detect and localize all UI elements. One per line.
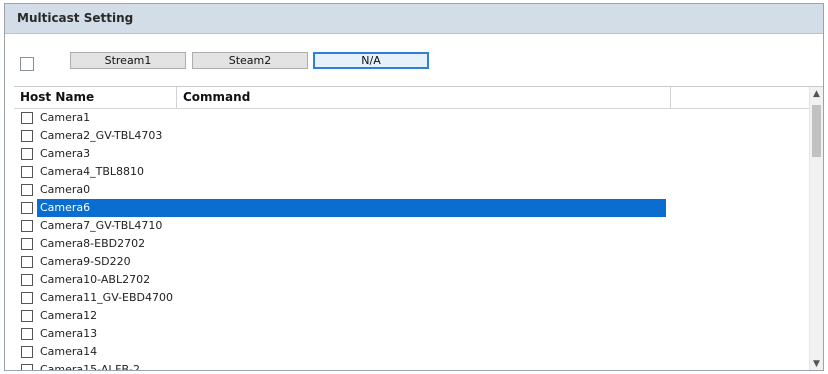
list-item[interactable]: Camera3 (14, 145, 814, 163)
list-rows: Camera1 Camera2_GV-TBL4703 Camera3 Camera4_… (14, 109, 814, 370)
na-button[interactable]: N/A (313, 52, 429, 69)
list-item[interactable]: Camera15-AI FB-2 (14, 361, 814, 370)
list-item[interactable]: Camera1 (14, 109, 814, 127)
list-item[interactable]: Camera13 (14, 325, 814, 343)
host-name-cell[interactable]: Camera1 (37, 109, 93, 127)
host-name-cell[interactable]: Camera15-AI FB-2 (37, 361, 143, 370)
list-item[interactable]: Camera11_GV-EBD4700 (14, 289, 814, 307)
list-item[interactable]: Camera7_GV-TBL4710 (14, 217, 814, 235)
row-checkbox[interactable] (21, 148, 33, 160)
host-name-cell[interactable]: Camera10-ABL2702 (37, 271, 153, 289)
host-name-cell[interactable]: Camera13 (37, 325, 100, 343)
select-all-checkbox[interactable] (20, 57, 34, 71)
row-checkbox[interactable] (21, 166, 33, 178)
row-checkbox[interactable] (21, 256, 33, 268)
host-name-cell[interactable]: Camera0 (37, 181, 93, 199)
toolbar: Stream1 Steam2 N/A (5, 34, 823, 84)
scrollbar-thumb[interactable] (812, 105, 821, 157)
row-checkbox[interactable] (21, 274, 33, 286)
row-checkbox[interactable] (21, 364, 33, 370)
host-name-cell[interactable]: Camera12 (37, 307, 100, 325)
row-checkbox[interactable] (21, 346, 33, 358)
list-item[interactable]: Camera12 (14, 307, 814, 325)
list-header: Host Name Command (14, 87, 814, 109)
host-name-cell[interactable]: Camera11_GV-EBD4700 (37, 289, 176, 307)
panel-title: Multicast Setting (5, 4, 823, 34)
list-item[interactable]: Camera2_GV-TBL4703 (14, 127, 814, 145)
host-name-cell[interactable]: Camera7_GV-TBL4710 (37, 217, 165, 235)
list-item[interactable]: Camera10-ABL2702 (14, 271, 814, 289)
list-item[interactable]: Camera14 (14, 343, 814, 361)
host-name-cell[interactable]: Camera6 (37, 199, 666, 217)
host-name-cell[interactable]: Camera2_GV-TBL4703 (37, 127, 165, 145)
list-item[interactable]: Camera6 (14, 199, 814, 217)
list-item[interactable]: Camera9-SD220 (14, 253, 814, 271)
chevron-up-icon[interactable]: ▲ (810, 87, 823, 101)
row-checkbox[interactable] (21, 184, 33, 196)
row-checkbox[interactable] (21, 310, 33, 322)
host-name-cell[interactable]: Camera14 (37, 343, 100, 361)
host-list: Host Name Command Camera1 Camera2_GV-TBL4… (14, 86, 823, 370)
column-header-host-name[interactable]: Host Name (14, 87, 177, 108)
list-item[interactable]: Camera8-EBD2702 (14, 235, 814, 253)
row-checkbox[interactable] (21, 202, 33, 214)
chevron-down-icon[interactable]: ▼ (810, 357, 823, 370)
row-checkbox[interactable] (21, 220, 33, 232)
row-checkbox[interactable] (21, 112, 33, 124)
row-checkbox[interactable] (21, 328, 33, 340)
list-item[interactable]: Camera4_TBL8810 (14, 163, 814, 181)
host-name-cell[interactable]: Camera8-EBD2702 (37, 235, 148, 253)
row-checkbox[interactable] (21, 238, 33, 250)
row-checkbox[interactable] (21, 130, 33, 142)
host-name-cell[interactable]: Camera4_TBL8810 (37, 163, 147, 181)
host-name-cell[interactable]: Camera9-SD220 (37, 253, 134, 271)
host-name-cell[interactable]: Camera3 (37, 145, 93, 163)
stream1-button[interactable]: Stream1 (70, 52, 186, 69)
steam2-button[interactable]: Steam2 (192, 52, 308, 69)
row-checkbox[interactable] (21, 292, 33, 304)
list-item[interactable]: Camera0 (14, 181, 814, 199)
multicast-setting-panel: Multicast Setting Stream1 Steam2 N/A Hos… (4, 3, 824, 371)
column-header-command[interactable]: Command (177, 87, 671, 108)
vertical-scrollbar[interactable]: ▲ ▼ (809, 87, 823, 370)
